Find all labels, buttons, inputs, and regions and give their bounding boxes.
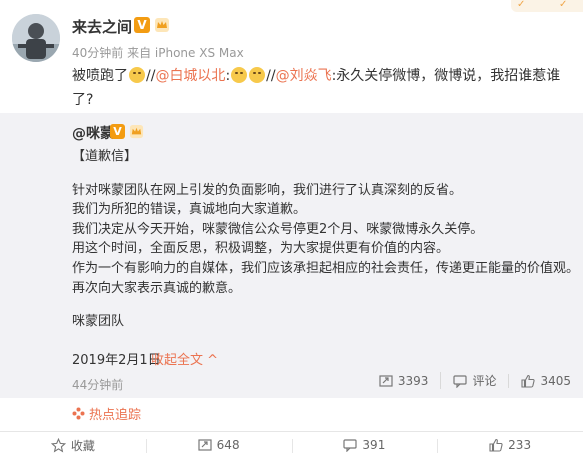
corner-decoration: ✓ ✓ xyxy=(511,0,583,12)
share-icon xyxy=(198,439,212,451)
repost-line-gap xyxy=(72,298,572,312)
mention-link[interactable]: @白城以北 xyxy=(155,68,225,84)
hot-tracking-label: 热点追踪 xyxy=(89,408,142,423)
repost-line-gap xyxy=(72,167,572,181)
star-icon xyxy=(50,437,66,452)
repost-like-count: 3405 xyxy=(540,373,571,388)
verified-badge-icon: V xyxy=(134,17,150,33)
repost-like-button[interactable]: 3405 xyxy=(508,373,571,388)
smile-emoji-icon xyxy=(129,67,145,83)
comment-button[interactable]: 391 xyxy=(291,432,438,458)
post-username[interactable]: 来去之间 xyxy=(72,16,132,37)
bottom-action-bar: 收藏 648 391 233 xyxy=(0,431,583,458)
repost-line: 针对咪蒙团队在网上引发的负面影响，我们进行了认真深刻的反省。 xyxy=(72,182,463,198)
comment-icon xyxy=(453,374,468,388)
repost-line: 作为一个有影响力的自媒体，我们应该承担起相应的社会责任，传递更正能量的价值观。 xyxy=(72,260,580,276)
verified-badge-icon: V xyxy=(110,124,125,139)
repost-line: 我们为所犯的错误，真诚地向大家道歉。 xyxy=(72,202,307,218)
collapse-full-text-link[interactable]: 收起全文 ^ xyxy=(151,349,218,368)
post-text-start: 被喷跑了 xyxy=(72,68,128,84)
corner-tick-icon: ✓ xyxy=(517,0,526,10)
repost-box[interactable]: @咪蒙 V 【道歉信】 针对咪蒙团队在网上引发的负面影响，我们进行了认真深刻的反… xyxy=(0,113,583,398)
avatar[interactable] xyxy=(12,14,60,62)
repost-line: 再次向大家表示真诚的歉意。 xyxy=(72,280,242,296)
weibo-post: ✓ ✓ 来去之间 V 40分钟前 来自 iPhone XS Max 被喷跑了 //… xyxy=(0,0,583,458)
repost-line: 我们决定从今天开始，咪蒙微信公众号停更2个月、咪蒙微博永久关停。 xyxy=(72,221,484,237)
grin-emoji-icon xyxy=(249,67,266,83)
mention-suffix: : xyxy=(225,68,231,84)
repost-username[interactable]: @咪蒙 xyxy=(72,123,114,143)
avatar-image xyxy=(12,14,60,62)
repost-line: 【道歉信】 xyxy=(72,149,138,164)
slash-separator: // xyxy=(266,68,276,84)
repost-actions: 3393 评论 3405 xyxy=(367,372,571,389)
grin-emoji-icon xyxy=(231,67,248,83)
repost-signature: 咪蒙团队 xyxy=(72,314,125,330)
thumbs-up-icon xyxy=(489,438,503,452)
repost-share-count: 3393 xyxy=(397,373,429,388)
repost-time: 44分钟前 xyxy=(72,378,124,392)
like-count: 233 xyxy=(508,438,532,452)
comment-icon xyxy=(343,439,358,452)
repost-comment-button[interactable]: 评论 xyxy=(440,372,496,389)
repost-count: 648 xyxy=(216,438,240,452)
favorite-label: 收藏 xyxy=(70,438,95,453)
repost-comment-label: 评论 xyxy=(472,374,497,388)
repost-line: 用这个时间，全面反思，积极调整，为大家提供更有价值的内容。 xyxy=(72,241,450,257)
comment-count: 391 xyxy=(362,438,386,452)
mention-link[interactable]: @刘焱飞 xyxy=(276,68,332,84)
favorite-button[interactable]: 收藏 xyxy=(0,432,146,458)
repost-body: 【道歉信】 针对咪蒙团队在网上引发的负面影响，我们进行了认真深刻的反省。 我们为… xyxy=(72,147,580,332)
repost-date: 2019年2月1日 xyxy=(72,353,161,368)
post-text: 被喷跑了//@白城以北://@刘焱飞:永久关停微博，微博说，我招谁惹谁了? xyxy=(72,64,572,112)
corner-tick-icon: ✓ xyxy=(559,0,568,10)
share-icon xyxy=(379,374,393,387)
vip-crown-icon xyxy=(129,124,144,139)
repost-button[interactable]: 648 xyxy=(145,432,292,458)
post-meta: 40分钟前 来自 iPhone XS Max xyxy=(72,46,244,60)
hot-tracking-link[interactable]: 热点追踪 xyxy=(72,404,141,423)
repost-share-button[interactable]: 3393 xyxy=(367,373,429,388)
flower-icon xyxy=(72,407,85,420)
like-button[interactable]: 233 xyxy=(437,432,583,458)
thumbs-up-icon xyxy=(521,374,536,388)
vip-crown-icon xyxy=(155,18,169,32)
